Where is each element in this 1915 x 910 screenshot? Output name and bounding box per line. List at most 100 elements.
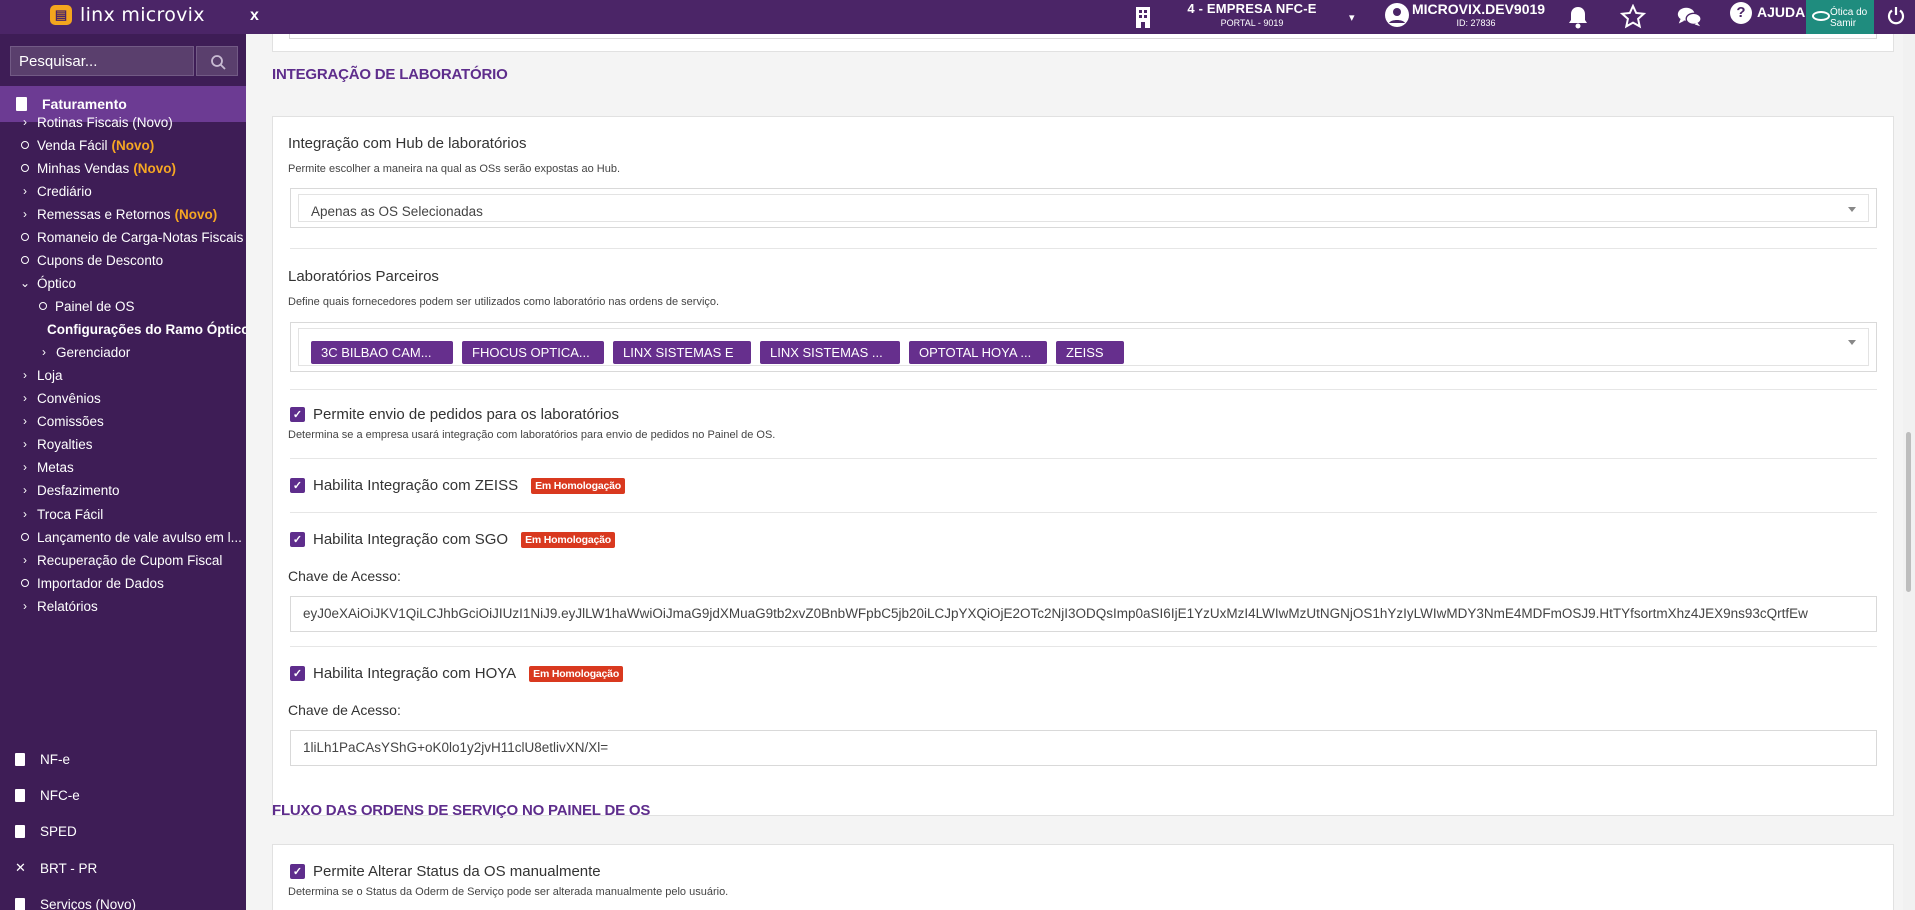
sidebar-module-label: NFC-e (40, 787, 80, 803)
sidebar-item[interactable]: › Relatórios (0, 594, 246, 618)
zeiss-checkbox-row[interactable]: ✓ Habilita Integração com ZEISS Em Homol… (290, 477, 625, 494)
sidebar-module[interactable]: SPED (0, 816, 246, 846)
partner-tag[interactable]: LINX SISTEMAS E (613, 341, 751, 364)
sidebar-item[interactable]: › Troca Fácil (0, 502, 246, 526)
chat-icon[interactable] (1676, 4, 1702, 30)
chevron-right-icon: › (23, 507, 27, 521)
help-link[interactable]: AJUDA (1757, 4, 1805, 20)
sidebar-search (10, 46, 238, 76)
bell-icon[interactable] (1565, 4, 1591, 30)
hoya-key-input[interactable]: 1liLh1PaCAsYShG+oK0lo1y2jvH11clU8etlivXN… (290, 730, 1877, 766)
chevron-right-icon: › (23, 391, 27, 405)
sidebar-item[interactable]: › Loja (0, 363, 246, 387)
hub-desc: Permite escolher a maneira na qual as OS… (288, 163, 621, 175)
sidebar-item[interactable]: › Royalties (0, 432, 246, 456)
hub-label: Integração com Hub de laboratórios (288, 135, 527, 152)
user-name: MICROVIX.DEV9019 (1412, 1, 1546, 17)
partner-tags: 3C BILBAO CAM... FHOCUS OPTICA... LINX SIS… (311, 341, 1124, 364)
help-icon[interactable]: ? (1730, 2, 1752, 24)
logo-mark-icon: ▤ (50, 5, 72, 25)
partners-multiselect[interactable]: 3C BILBAO CAM... FHOCUS OPTICA... LINX SIS… (290, 322, 1877, 372)
partner-tag[interactable]: OPTOTAL HOYA ... (909, 341, 1047, 364)
circle-icon (21, 233, 29, 241)
circle-icon (21, 141, 29, 149)
divider (290, 389, 1877, 390)
partner-tag[interactable]: FHOCUS OPTICA... (462, 341, 604, 364)
divider (290, 458, 1877, 459)
send-orders-desc: Determina se a empresa usará integração … (288, 429, 776, 441)
partner-tag[interactable]: ZEISS (1056, 341, 1124, 364)
close-menu-icon[interactable]: x (250, 7, 259, 25)
sidebar-module[interactable]: Serviços (Novo) (0, 889, 246, 910)
sidebar-item[interactable]: › Convênios (0, 386, 246, 410)
star-icon[interactable] (1620, 4, 1646, 30)
search-button[interactable] (196, 46, 238, 76)
alter-status-checkbox[interactable]: ✓ (290, 864, 305, 879)
power-icon[interactable] (1886, 6, 1906, 26)
user-info[interactable]: MICROVIX.DEV9019 ID: 27836 (1412, 1, 1546, 28)
sidebar-item-label: Troca Fácil (37, 506, 104, 522)
document-icon (15, 788, 25, 802)
sidebar-module[interactable]: ✕ BRT - PR (0, 853, 246, 883)
sidebar-item[interactable]: Venda Fácil (Novo) (0, 133, 246, 157)
store-badge[interactable]: Ótica do Samir (1806, 0, 1874, 34)
sidebar-item[interactable]: › Rotinas Fiscais (Novo) (0, 110, 246, 134)
sidebar-item[interactable]: › Remessas e Retornos (Novo) (0, 202, 246, 226)
sidebar-item-label: Importador de Dados (37, 575, 164, 591)
chevron-right-icon: › (23, 483, 27, 497)
user-avatar-icon[interactable] (1385, 3, 1409, 27)
company-portal: PORTAL - 9019 (1220, 18, 1284, 28)
scrollbar-thumb[interactable] (1906, 432, 1911, 592)
sidebar-item[interactable]: Configurações do Ramo Óptico (0, 317, 246, 341)
sidebar-item[interactable]: Lançamento de vale avulso em l... (0, 525, 246, 549)
new-badge: (Novo) (174, 206, 218, 222)
sidebar-item-label: Royalties (37, 436, 93, 452)
sidebar-item[interactable]: Importador de Dados (0, 571, 246, 595)
sidebar-item[interactable]: ⌄ Óptico (0, 271, 246, 295)
send-orders-label: Permite envio de pedidos para os laborat… (313, 406, 620, 423)
chevron-down-icon[interactable]: ▾ (1349, 11, 1355, 24)
sgo-checkbox[interactable]: ✓ (290, 532, 305, 547)
sidebar-module[interactable]: NF-e (0, 744, 246, 774)
sidebar-item[interactable]: Minhas Vendas (Novo) (0, 156, 246, 180)
search-input[interactable] (10, 46, 194, 76)
linx-logo[interactable]: ▤ linx microvix (50, 4, 205, 26)
zeiss-checkbox[interactable]: ✓ (290, 478, 305, 493)
sgo-checkbox-row[interactable]: ✓ Habilita Integração com SGO Em Homolog… (290, 531, 615, 548)
sidebar-item[interactable]: Cupons de Desconto (0, 248, 246, 272)
logo-text: linx microvix (80, 4, 205, 26)
close-icon: ✕ (15, 860, 26, 875)
hoya-checkbox[interactable]: ✓ (290, 666, 305, 681)
scrollbar[interactable] (1903, 34, 1915, 910)
company-selector[interactable]: 4 - EMPRESA NFC-E PORTAL - 9019 (1182, 1, 1322, 28)
sidebar-module-label: Serviços (Novo) (40, 896, 137, 910)
sidebar-item[interactable]: › Recuperação de Cupom Fiscal (0, 548, 246, 572)
sidebar-item-label: Romaneio de Carga-Notas Fiscais (37, 229, 244, 245)
partners-label: Laboratórios Parceiros (288, 268, 439, 285)
partner-tag[interactable]: LINX SISTEMAS ... (760, 341, 900, 364)
sidebar-item[interactable]: Romaneio de Carga-Notas Fiscais (0, 225, 246, 249)
sidebar-module[interactable]: NFC-e (0, 780, 246, 810)
sidebar-item-label: Lançamento de vale avulso em l... (37, 529, 242, 545)
sidebar-item[interactable]: › Gerenciador (0, 340, 246, 364)
sidebar-item[interactable]: › Comissões (0, 409, 246, 433)
sidebar-item[interactable]: › Desfazimento (0, 478, 246, 502)
partner-tag[interactable]: 3C BILBAO CAM... (311, 341, 453, 364)
send-orders-checkbox[interactable]: ✓ (290, 407, 305, 422)
chevron-right-icon: › (23, 460, 27, 474)
previous-card (272, 34, 1894, 52)
sidebar-item[interactable]: Painel de OS (0, 294, 246, 318)
sidebar-item[interactable]: › Metas (0, 455, 246, 479)
sidebar-item-label: Relatórios (37, 598, 98, 614)
sidebar-item[interactable]: › Crediário (0, 179, 246, 203)
chevron-right-icon: › (23, 115, 27, 129)
sidebar-item-label: Cupons de Desconto (37, 252, 164, 268)
chevron-right-icon: › (23, 368, 27, 382)
divider (290, 646, 1877, 647)
hoya-checkbox-row[interactable]: ✓ Habilita Integração com HOYA Em Homolo… (290, 665, 624, 682)
send-orders-checkbox-row[interactable]: ✓ Permite envio de pedidos para os labor… (290, 406, 619, 423)
sidebar-item-label: Desfazimento (37, 482, 120, 498)
sgo-key-input[interactable]: eyJ0eXAiOiJKV1QiLCJhbGciOiJIUzI1NiJ9.eyJ… (290, 596, 1877, 632)
hub-select[interactable]: Apenas as OS Selecionadas (290, 188, 1877, 228)
alter-status-checkbox-row[interactable]: ✓ Permite Alterar Status da OS manualmen… (290, 863, 601, 880)
